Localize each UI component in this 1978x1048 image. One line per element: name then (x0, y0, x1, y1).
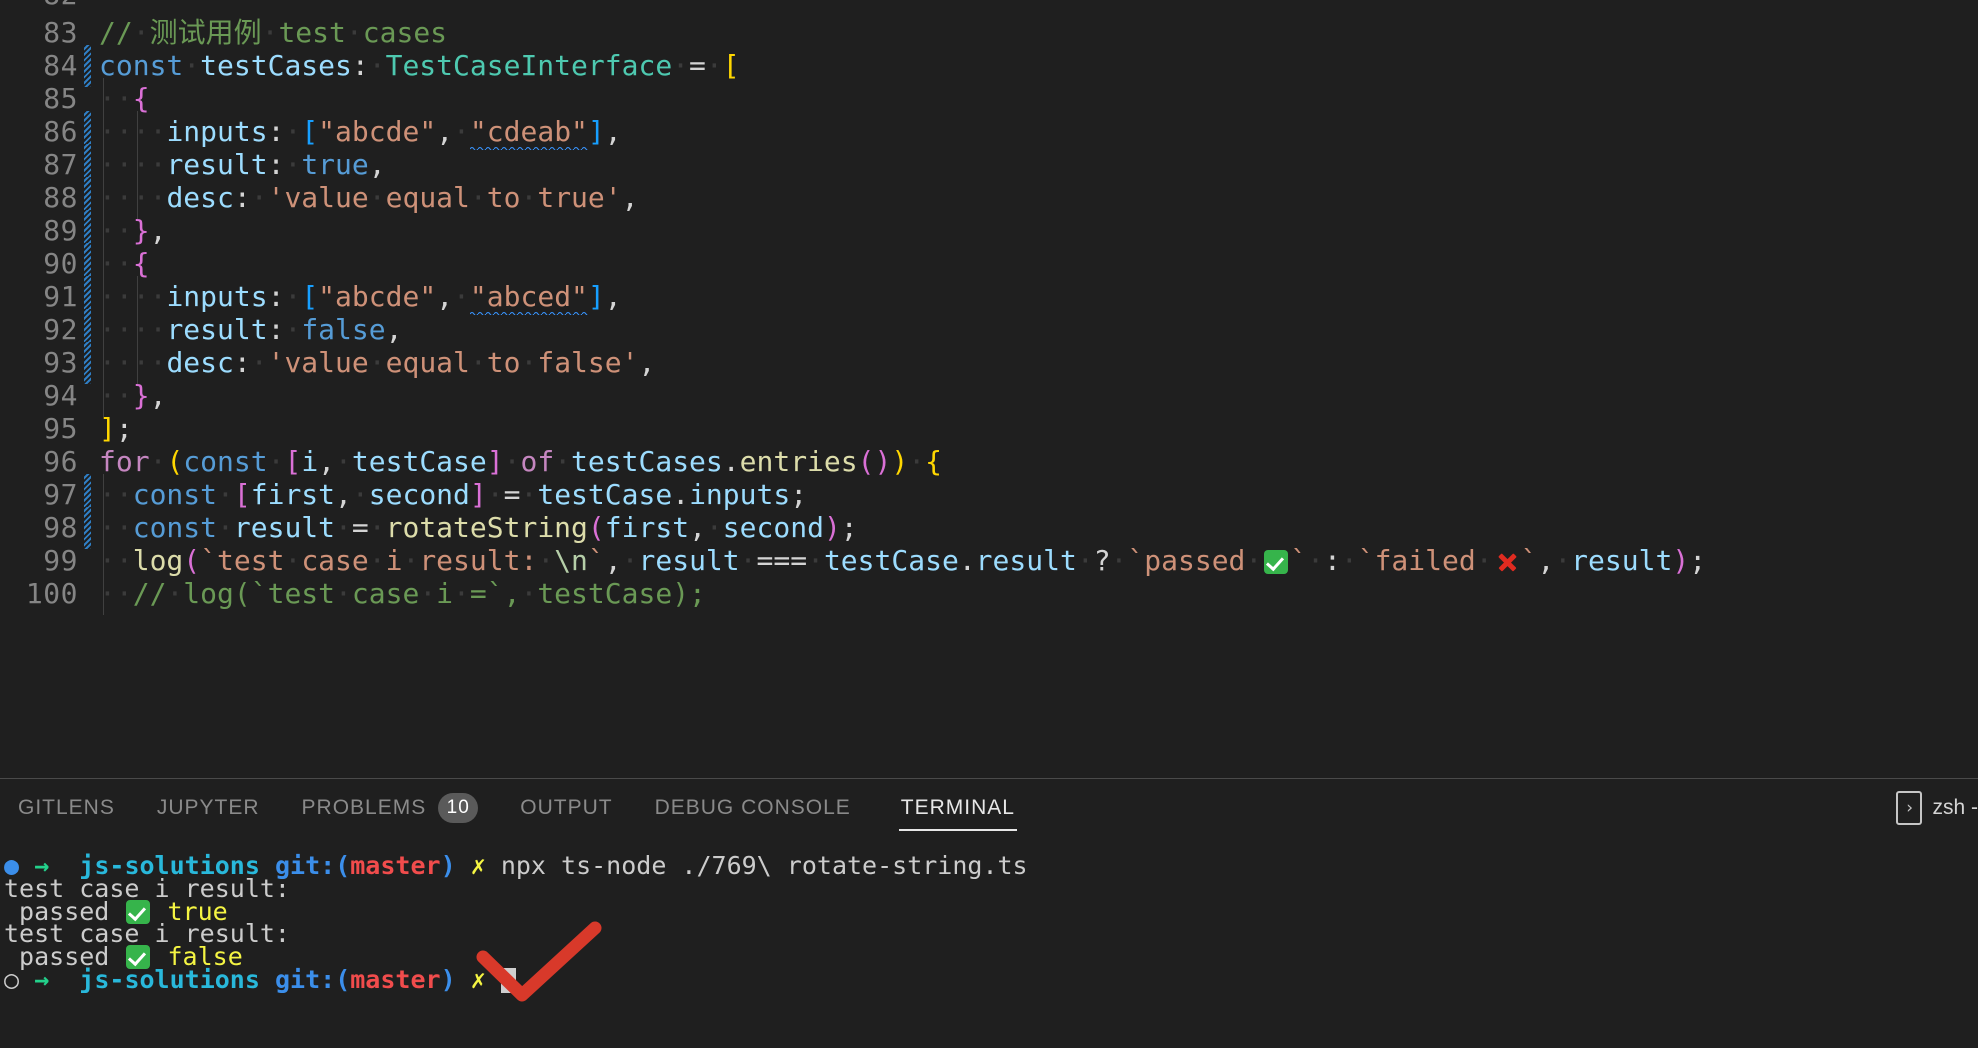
code-editor[interactable]: 82 83 //·测试用例·test·cases 84 const·testCa… (0, 0, 1978, 778)
terminal-prompt-line: ● → js-solutions git:(master) ✗ npx ts-n… (0, 853, 1978, 878)
tab-label: DEBUG CONSOLE (654, 796, 851, 819)
prompt-status-icon: ✗ (470, 851, 486, 880)
tab-terminal[interactable]: TERMINAL (898, 779, 1018, 837)
prompt-git-suffix: ) (440, 964, 456, 994)
check-emoji-icon (1264, 550, 1289, 574)
prompt-git-branch: master (350, 851, 441, 880)
prompt-git-suffix: ) (440, 851, 456, 880)
terminal-selector[interactable]: › zsh - (1896, 779, 1978, 837)
tab-gitlens[interactable]: GITLENS (16, 779, 117, 837)
tab-label: OUTPUT (520, 796, 613, 819)
tab-label: JUPYTER (156, 796, 260, 819)
tab-problems[interactable]: PROBLEMS 10 (300, 779, 481, 837)
panel-tab-bar: GITLENS JUPYTER PROBLEMS 10 OUTPUT DEBUG… (0, 779, 1978, 837)
tab-debug-console[interactable]: DEBUG CONSOLE (653, 779, 853, 837)
check-emoji-icon (126, 945, 151, 970)
tab-jupyter[interactable]: JUPYTER (155, 779, 262, 837)
cross-emoji-icon (1495, 550, 1519, 574)
vscode-window: 82 83 //·测试用例·test·cases 84 const·testCa… (0, 0, 1978, 1048)
terminal-prompt-line-active[interactable]: ○ → js-solutions git:(master) ✗ (0, 964, 1978, 994)
tab-label: TERMINAL (900, 796, 1015, 819)
line-number: 100 (25, 577, 78, 610)
prompt-bullet-icon: ○ (4, 964, 20, 994)
code-text: ··//·log(`test·case·i·=`,·testCase); (99, 577, 706, 610)
terminal-shell-label: zsh - (1932, 796, 1978, 819)
prompt-status-icon: ✗ (470, 964, 486, 994)
terminal-command: npx ts-node ./769\ rotate-string.ts (500, 851, 1028, 880)
terminal-chevron-icon: › (1896, 791, 1923, 825)
prompt-directory: js-solutions (79, 964, 260, 994)
tab-output[interactable]: OUTPUT (518, 779, 614, 837)
tab-label: GITLENS (18, 796, 115, 819)
prompt-git-branch: master (350, 964, 441, 994)
bottom-panel: GITLENS JUPYTER PROBLEMS 10 OUTPUT DEBUG… (0, 779, 1978, 1048)
tab-label: PROBLEMS (301, 796, 427, 819)
terminal-output-line: test case i result: (0, 876, 1978, 901)
prompt-arrow-icon: → (34, 964, 50, 994)
check-emoji-icon (126, 900, 151, 925)
terminal-result-line: passed true (0, 899, 1978, 925)
prompt-git-prefix: git:( (274, 964, 351, 994)
problems-count-badge: 10 (438, 793, 479, 823)
terminal-cursor (500, 967, 516, 993)
code-line-100: 100 ··//·log(`test·case·i·=`,·testCase); (0, 573, 1978, 615)
terminal-output-line: test case i result: (0, 921, 1978, 946)
terminal-output[interactable]: ● → js-solutions git:(master) ✗ npx ts-n… (0, 837, 1978, 1048)
